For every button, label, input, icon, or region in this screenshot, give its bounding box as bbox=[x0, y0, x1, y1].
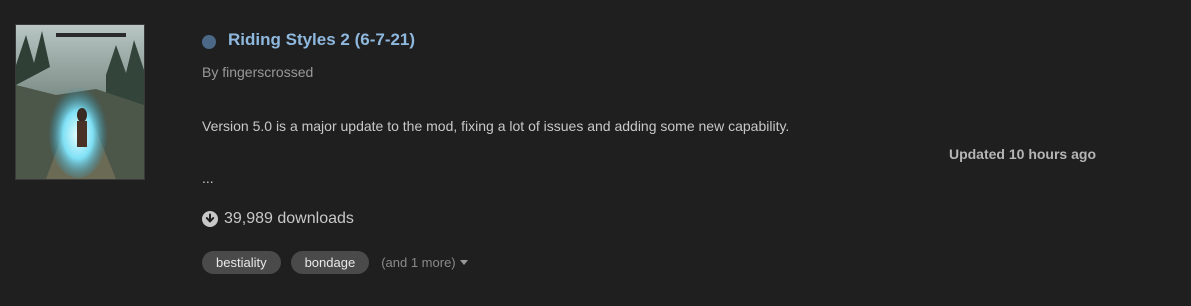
more-tags-label: (and 1 more) bbox=[381, 255, 456, 270]
tag-bestiality[interactable]: bestiality bbox=[202, 251, 281, 274]
title-line: Riding Styles 2 (6-7-21) bbox=[202, 30, 415, 50]
tag-bondage[interactable]: bondage bbox=[290, 251, 370, 274]
more-tags-toggle[interactable]: (and 1 more) bbox=[381, 255, 468, 270]
mod-description: Version 5.0 is a major update to the mod… bbox=[202, 118, 790, 134]
mod-thumbnail[interactable] bbox=[15, 24, 145, 180]
download-circle-icon bbox=[202, 211, 218, 227]
tag-list: bestiality bondage (and 1 more) bbox=[202, 251, 468, 274]
author-byline[interactable]: By fingerscrossed bbox=[202, 64, 313, 80]
mod-listing-row: Riding Styles 2 (6-7-21) By fingerscross… bbox=[0, 0, 1191, 306]
description-ellipsis: ... bbox=[202, 170, 214, 186]
downloads-count: 39,989 downloads bbox=[202, 210, 354, 228]
downloads-label: 39,989 downloads bbox=[224, 210, 354, 227]
updated-timestamp: Updated 10 hours ago bbox=[948, 146, 1096, 162]
status-dot-icon bbox=[202, 35, 216, 49]
caret-down-icon bbox=[459, 260, 468, 265]
mod-title-link[interactable]: Riding Styles 2 (6-7-21) bbox=[228, 30, 415, 50]
